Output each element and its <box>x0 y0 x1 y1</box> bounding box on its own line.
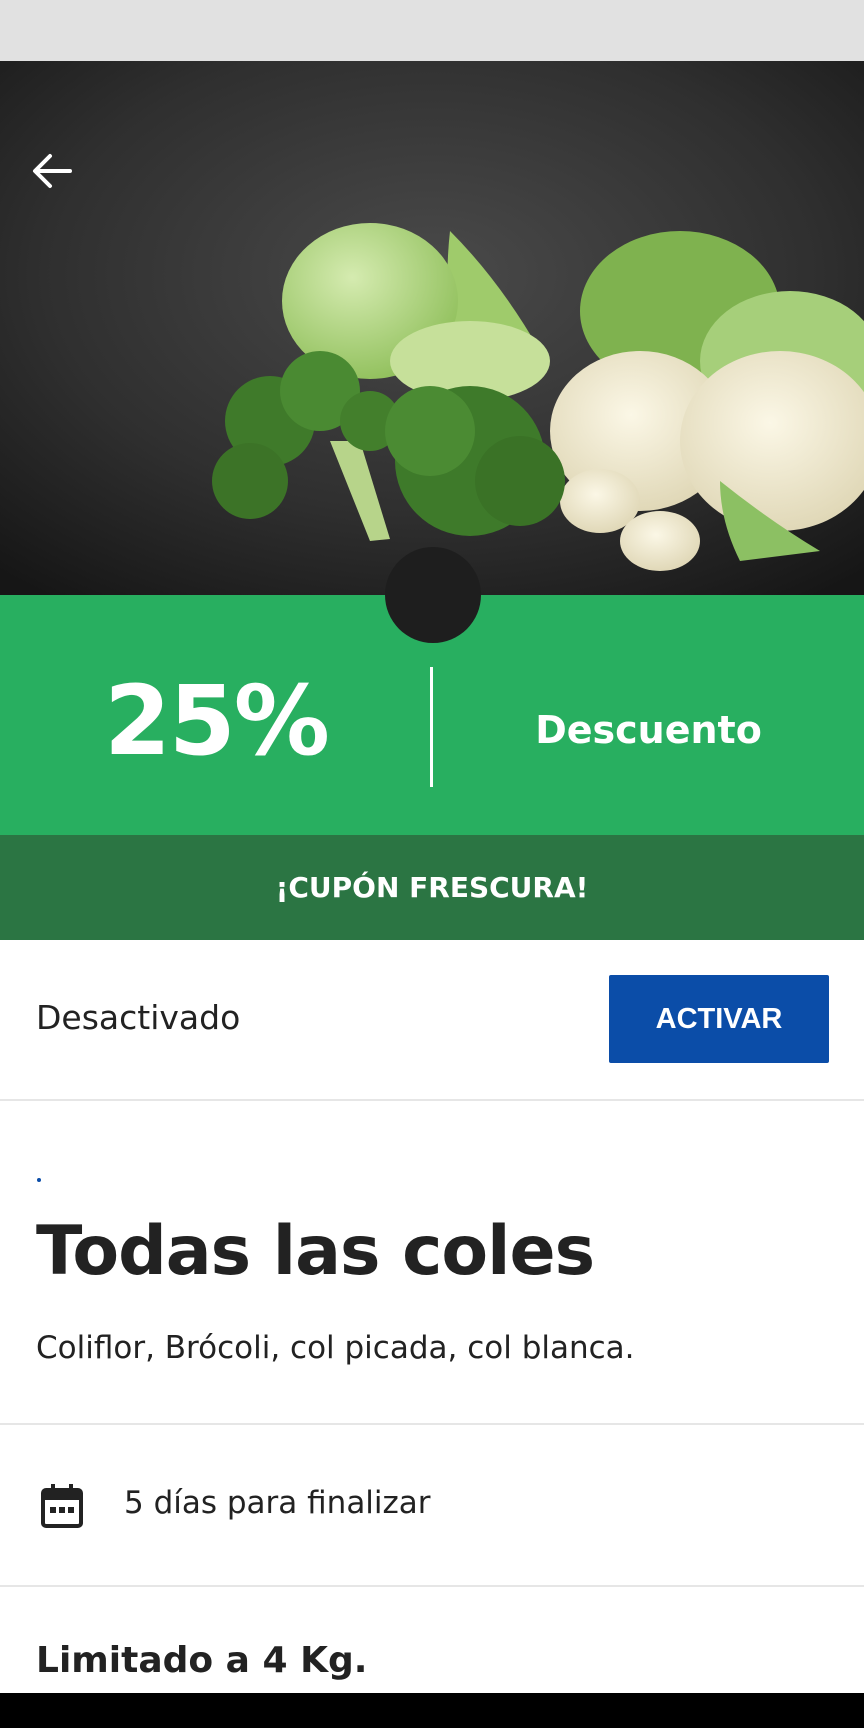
discount-percent: 25% <box>104 665 330 777</box>
arrow-left-icon <box>33 154 72 188</box>
validity-row: 5 días para finalizar <box>0 1425 864 1585</box>
discount-label: Descuento <box>535 708 762 752</box>
coupon-status: Desactivado <box>36 998 241 1037</box>
validity-text: 5 días para finalizar <box>124 1485 431 1521</box>
hero-image <box>0 61 864 595</box>
status-bar <box>0 0 864 61</box>
back-button[interactable] <box>30 151 94 215</box>
promo-banner: ¡CUPÓN FRESCURA! <box>0 835 864 940</box>
product-title: Todas las coles <box>36 1212 595 1291</box>
navigation-bar <box>0 1693 864 1728</box>
accent-dot <box>37 1178 41 1182</box>
divider <box>0 1585 864 1587</box>
ticket-notch <box>385 547 481 643</box>
coupon-status-row: Desactivado ACTIVAR <box>0 940 864 1101</box>
promo-panel: 25% Descuento <box>0 547 864 835</box>
activate-button[interactable]: ACTIVAR <box>609 975 829 1063</box>
calendar-icon <box>41 1484 83 1528</box>
limit-text: Limitado a 4 Kg. <box>36 1640 368 1681</box>
product-description: Coliflor, Brócoli, col picada, col blanc… <box>36 1330 635 1366</box>
